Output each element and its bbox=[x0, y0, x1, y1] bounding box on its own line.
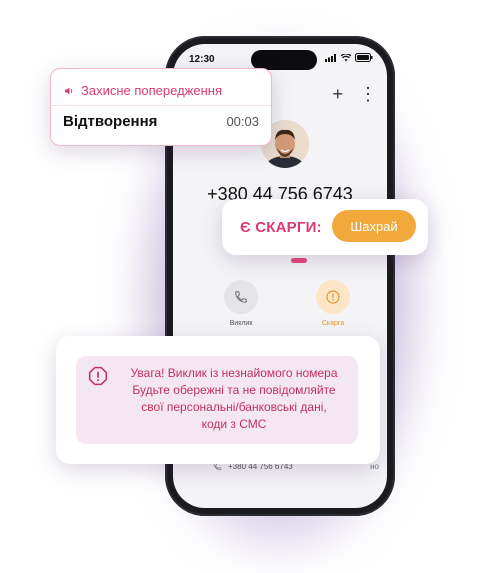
contact-top-actions: + ⋮ bbox=[332, 84, 377, 105]
alert-line: Увага! Виклик із незнайомого номера bbox=[130, 366, 338, 380]
call-action-circle bbox=[224, 280, 258, 314]
complaints-card: Є СКАРГИ: Шахрай bbox=[222, 199, 428, 255]
call-action-label: Виклик bbox=[229, 320, 253, 327]
warning-player-divider bbox=[51, 105, 271, 106]
call-action[interactable]: Виклик bbox=[211, 280, 271, 327]
wifi-icon bbox=[341, 53, 351, 61]
playback-title: Відтворення bbox=[63, 113, 158, 130]
complaints-label: Є СКАРГИ: bbox=[240, 219, 322, 236]
alert-line: коди з СМС bbox=[201, 417, 267, 431]
signal-icon bbox=[325, 53, 336, 62]
speaker-icon bbox=[65, 87, 73, 94]
indicator-pill bbox=[291, 258, 307, 263]
complaint-action-label: Скарга bbox=[321, 320, 345, 327]
warning-circle-icon bbox=[326, 290, 340, 304]
complaint-action-circle bbox=[316, 280, 350, 314]
warning-player-row: Відтворення 00:03 bbox=[63, 113, 259, 130]
alert-line: свої персональні/банковські дані, bbox=[141, 400, 327, 414]
history-side-text: но bbox=[370, 462, 379, 471]
alert-text: Увага! Виклик із незнайомого номера Будь… bbox=[116, 365, 352, 433]
playback-duration: 00:03 bbox=[226, 114, 259, 129]
warning-player-header-text: Захисне попередження bbox=[81, 83, 222, 98]
warning-player-card[interactable]: Захисне попередження Відтворення 00:03 bbox=[50, 68, 272, 146]
warning-player-header: Захисне попередження bbox=[63, 83, 222, 98]
add-contact-button[interactable]: + bbox=[332, 84, 343, 105]
battery-icon bbox=[355, 53, 373, 62]
complaint-action[interactable]: Скарга bbox=[303, 280, 363, 327]
unknown-number-alert-card: Увага! Виклик із незнайомого номера Будь… bbox=[56, 336, 380, 464]
dynamic-island bbox=[251, 50, 317, 70]
alert-line: Будьте обережні та не повідомляйте bbox=[132, 383, 336, 397]
alert-box: Увага! Виклик із незнайомого номера Будь… bbox=[76, 356, 358, 444]
status-time: 12:30 bbox=[189, 54, 215, 65]
status-icons bbox=[325, 53, 373, 62]
warning-octagon-icon bbox=[88, 366, 108, 386]
phone-icon bbox=[235, 291, 247, 303]
fraud-badge: Шахрай bbox=[332, 210, 416, 242]
more-menu-button[interactable]: ⋮ bbox=[359, 84, 377, 105]
